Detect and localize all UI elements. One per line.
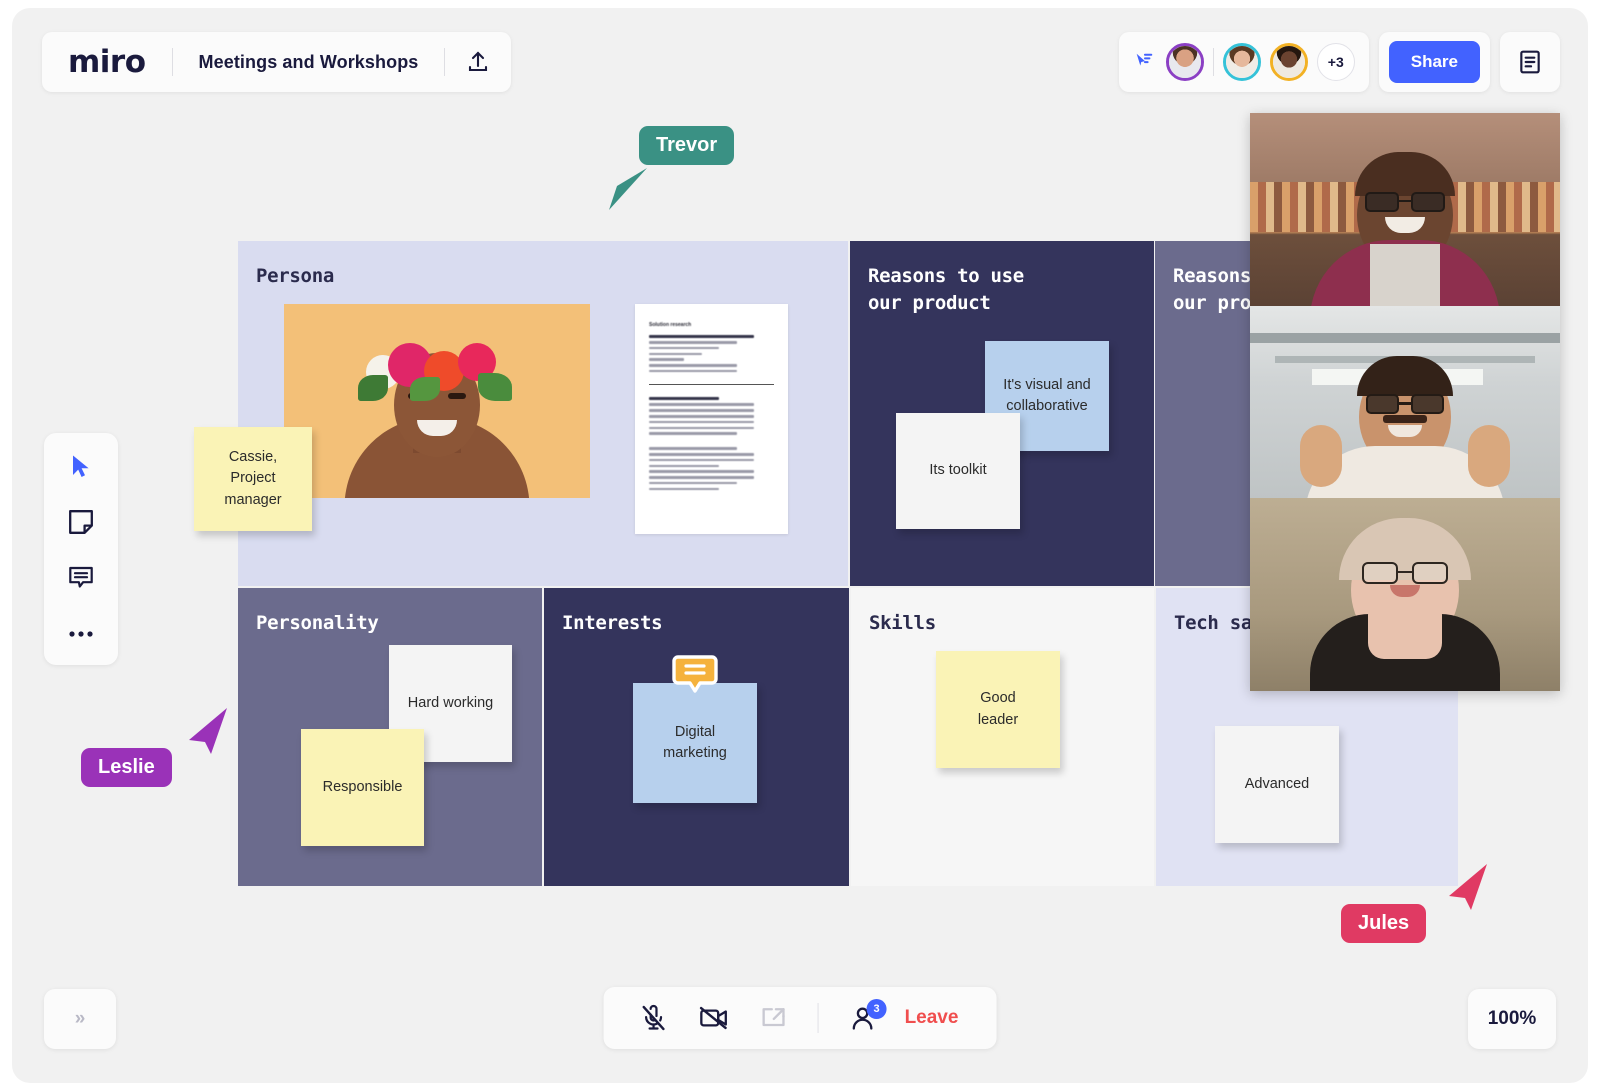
document-text-line (649, 481, 737, 485)
overflow-collaborators[interactable]: +3 (1316, 43, 1355, 81)
cursor-pointer-icon (1445, 862, 1489, 917)
document-text-line (649, 452, 754, 456)
upload-icon[interactable] (445, 32, 511, 92)
cursor-name-label: Trevor (639, 126, 735, 165)
document-text-line (649, 426, 754, 430)
avatar[interactable] (1165, 43, 1204, 81)
microphone-muted-button[interactable] (626, 987, 682, 1049)
follow-cursor-icon[interactable] (1133, 51, 1155, 73)
document-card[interactable]: Solution research (635, 304, 788, 534)
video-tile-3[interactable] (1250, 498, 1560, 691)
document-text-line (649, 447, 737, 450)
board-header-bar: miro Meetings and Workshops (42, 32, 512, 92)
document-text-line (649, 487, 719, 491)
left-toolbar (44, 433, 118, 665)
sticky-cassie[interactable]: Cassie, Project manager (194, 427, 312, 531)
document-text-line (649, 369, 737, 373)
leave-button[interactable]: Leave (895, 1007, 975, 1029)
zoom-level-indicator[interactable]: 100% (1468, 989, 1556, 1049)
share-button[interactable]: Share (1388, 41, 1480, 83)
divider (817, 1003, 819, 1033)
comment-badge-icon[interactable] (672, 655, 718, 697)
cursor-name-label: Jules (1341, 904, 1427, 943)
cell-title: Skills (869, 612, 936, 634)
sticky-text: Digital marketing (663, 723, 727, 761)
document-text-line (649, 397, 719, 401)
sticky-text: Cassie, Project manager (224, 448, 282, 508)
persona-photo[interactable] (284, 304, 590, 498)
miro-board-app: miro Meetings and Workshops +3 Share Per… (12, 8, 1588, 1083)
miro-logo[interactable]: miro (42, 46, 172, 78)
video-tile-1[interactable] (1250, 113, 1560, 306)
document-text-line (649, 420, 754, 424)
sticky-text: Hard working (407, 694, 494, 711)
document-text-line (649, 470, 754, 473)
sticky-text: It's visual and collaborative (1003, 376, 1091, 414)
sticky-digital-marketing[interactable]: Digital marketing (633, 655, 757, 803)
sticky-its-toolkit[interactable]: Its toolkit (896, 413, 1020, 529)
document-divider (649, 384, 774, 386)
document-text-line (649, 364, 737, 367)
sticky-advanced[interactable]: Advanced (1215, 726, 1339, 843)
document-text-line (649, 464, 719, 468)
cell-title: Interests (562, 612, 663, 634)
document-text-line (649, 415, 754, 418)
document-spacer (649, 493, 774, 502)
sticky-text: Good leader (977, 690, 1019, 728)
document-text-line (649, 335, 754, 338)
sticky-note-icon[interactable] (63, 505, 99, 539)
sticky-good-leader[interactable]: Good leader (936, 651, 1060, 768)
collaborators-group: +3 (1118, 32, 1369, 92)
document-text-line (649, 458, 754, 462)
cursor-pointer-icon (607, 164, 649, 217)
document-text-line (649, 409, 754, 412)
cursor-icon[interactable] (63, 449, 99, 483)
notes-panel-icon[interactable] (1500, 32, 1560, 92)
document-text-line (649, 403, 754, 407)
video-tile-2[interactable] (1250, 305, 1560, 499)
document-text-line (649, 346, 719, 350)
divider (1212, 48, 1214, 76)
collaboration-controls: +3 Share (1118, 32, 1560, 92)
share-button-container: Share (1378, 32, 1490, 92)
call-controls-bar: 3 Leave (603, 987, 997, 1049)
board-title[interactable]: Meetings and Workshops (173, 52, 445, 73)
avatar[interactable] (1269, 43, 1308, 81)
sticky-text: Advanced (1244, 775, 1310, 792)
share-screen-button[interactable] (746, 987, 802, 1049)
participants-count-badge: 3 (866, 999, 887, 1019)
sticky-responsible[interactable]: Responsible (301, 729, 424, 846)
document-text-line (649, 358, 684, 361)
document-heading: Solution research (649, 322, 692, 328)
document-text-line (649, 340, 737, 344)
document-text-line (649, 432, 737, 435)
ellipsis-icon[interactable] (63, 617, 99, 651)
cell-title: Persona (256, 265, 334, 287)
comment-icon[interactable] (63, 561, 99, 595)
cursor-name-label: Leslie (81, 748, 172, 787)
document-text-line (649, 352, 702, 356)
cursor-pointer-icon (185, 706, 229, 761)
chevron-double-right-icon[interactable]: » (44, 989, 116, 1049)
cell-title: Personality (256, 612, 379, 634)
participants-button[interactable]: 3 (835, 987, 891, 1049)
cell-title: Reasons to use our product (868, 265, 1024, 314)
document-spacer (649, 438, 774, 447)
video-call-panel[interactable] (1250, 113, 1560, 691)
avatar[interactable] (1222, 43, 1261, 81)
camera-muted-button[interactable] (686, 987, 742, 1049)
document-text-line (649, 476, 754, 479)
sticky-text: Its toolkit (929, 462, 987, 479)
sticky-text: Responsible (322, 778, 403, 795)
